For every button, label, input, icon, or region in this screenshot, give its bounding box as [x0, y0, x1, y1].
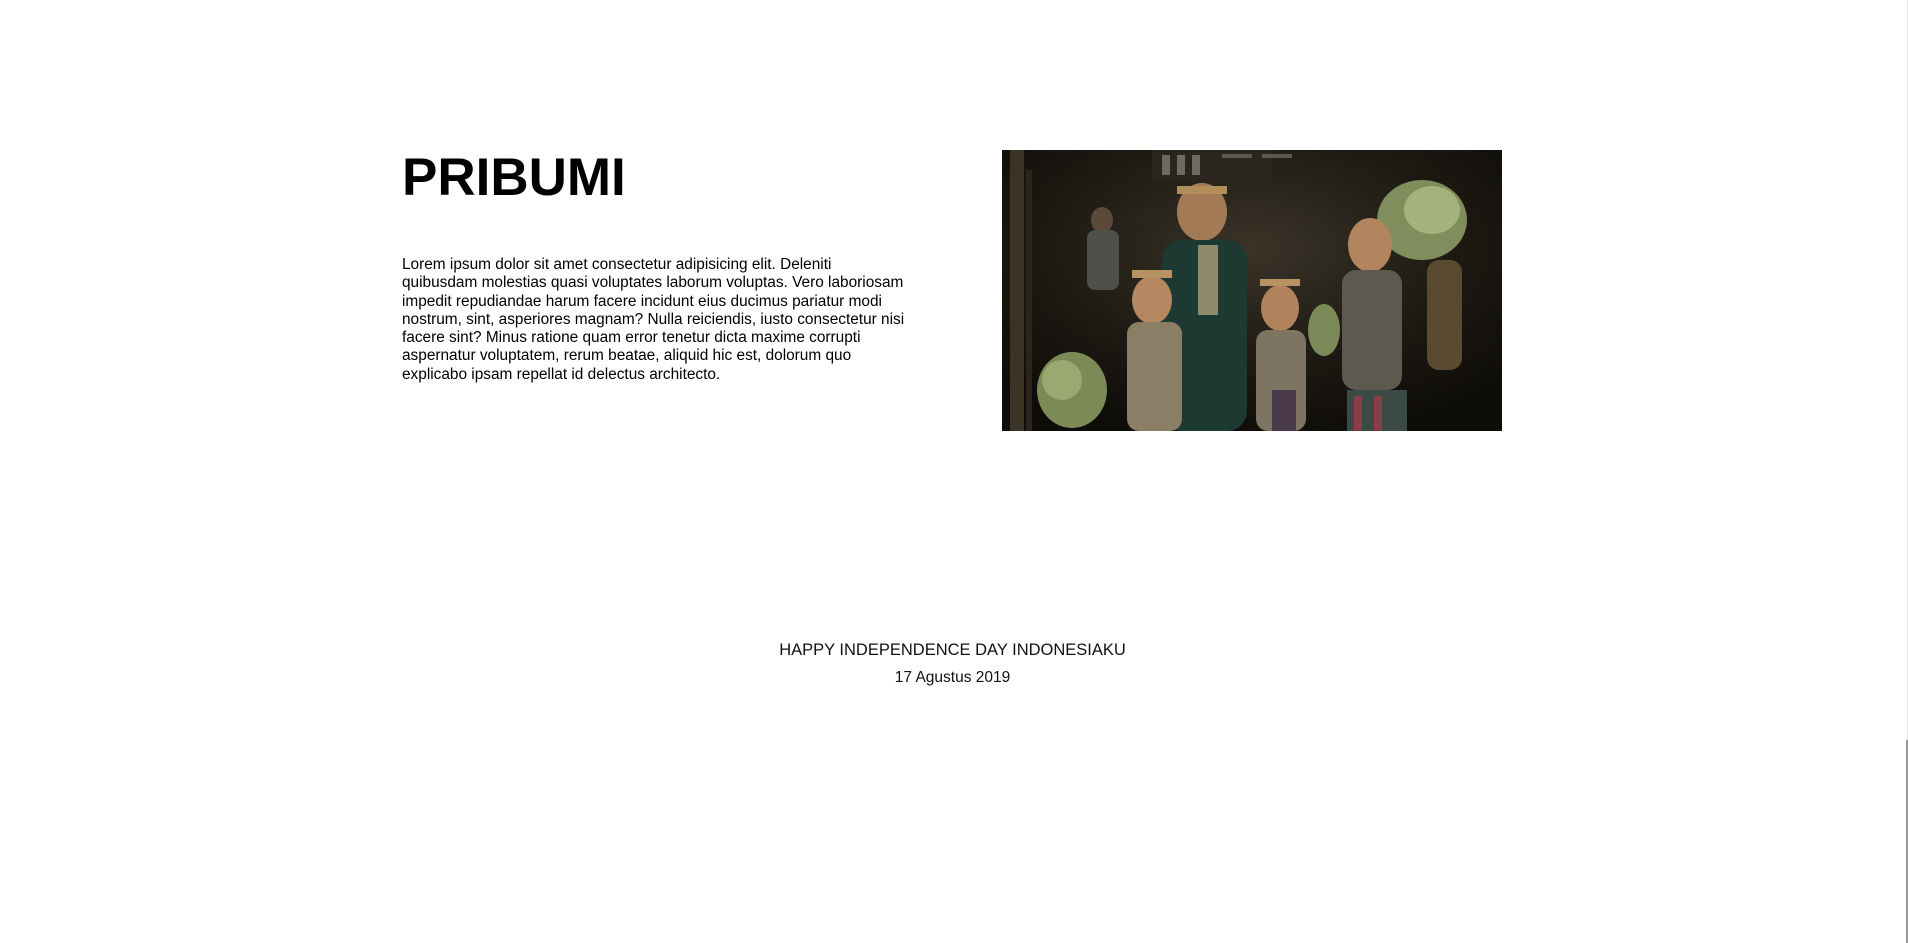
footer-date: 17 Agustus 2019 [894, 669, 1011, 686]
page-title: PRIBUMI [402, 148, 626, 207]
page: PRIBUMI Lorem ipsum dolor sit amet conse… [0, 0, 1908, 943]
footer: HAPPY INDEPENDENCE DAY INDONESIAKU 17 Ag… [0, 636, 1905, 692]
hero-photo [1002, 150, 1502, 431]
hero-description: Lorem ipsum dolor sit amet consectetur a… [402, 256, 905, 383]
footer-title: HAPPY INDEPENDENCE DAY INDONESIAKU [779, 641, 1126, 659]
family-photo-image [1002, 150, 1502, 431]
